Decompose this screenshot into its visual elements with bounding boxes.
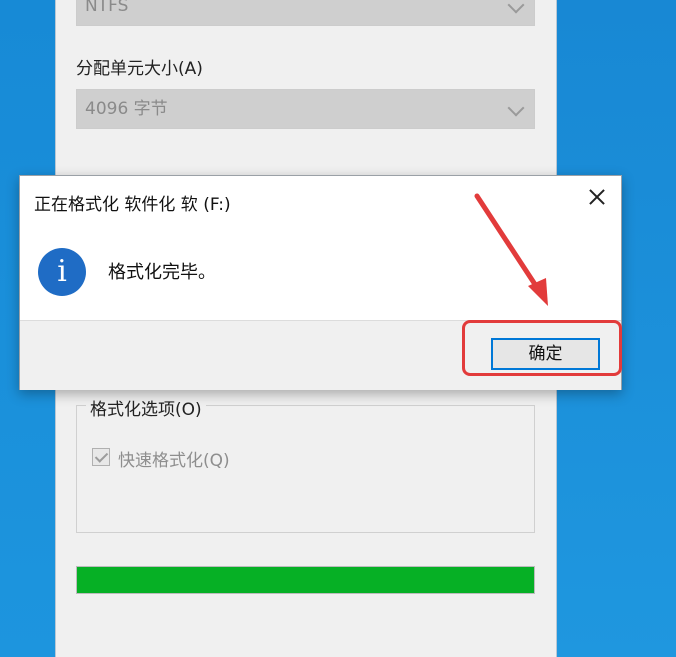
red-pointer-arrow-icon <box>474 193 548 306</box>
